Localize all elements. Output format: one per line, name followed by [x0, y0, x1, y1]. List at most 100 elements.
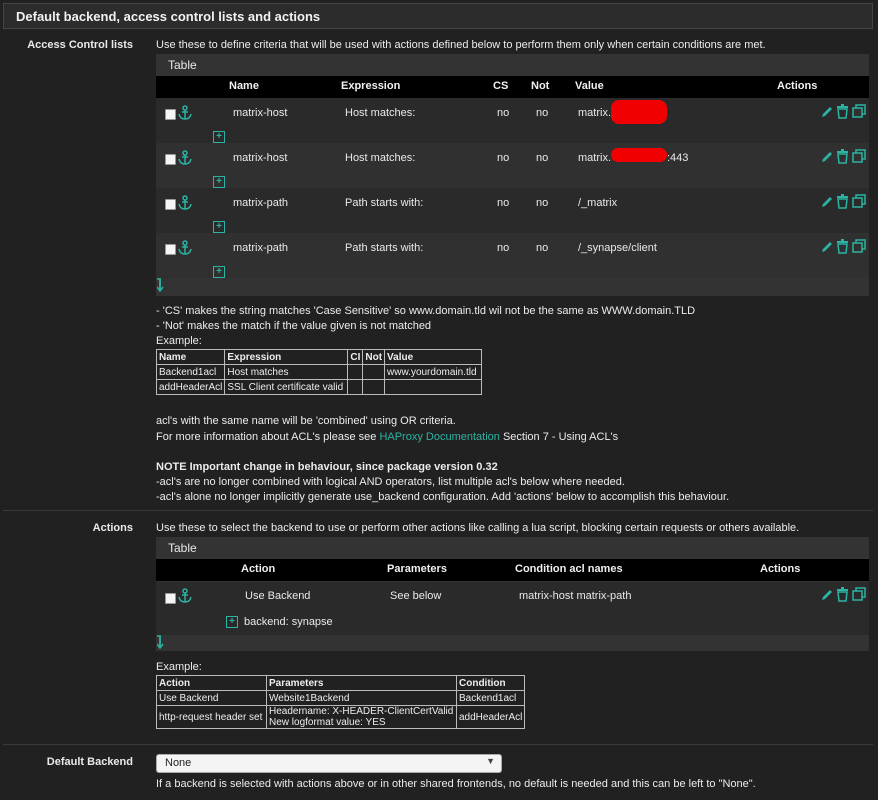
example-cell: Backend1acl [455, 690, 526, 706]
acl-cs: no [497, 197, 510, 209]
action-row: Use Backend See below matrix-host matrix… [156, 582, 869, 635]
acl-row: matrix-host Host matches: no no matrix. … [156, 143, 869, 188]
note-title: NOTE Important change in behaviour, sinc… [156, 461, 498, 473]
anchor-icon[interactable] [178, 195, 192, 211]
default-backend-value: None [165, 757, 192, 769]
example-header: Action [156, 675, 267, 691]
acl-expression: Host matches: [345, 152, 416, 164]
default-backend-select[interactable]: None ▼ [156, 754, 502, 773]
anchor-icon[interactable] [178, 588, 192, 604]
col-name: Name [229, 80, 259, 92]
trash-icon[interactable] [836, 149, 849, 164]
action-condition: matrix-host matrix-path [519, 590, 632, 602]
row-checkbox[interactable] [165, 244, 176, 255]
acl-value-port: :443 [667, 152, 689, 164]
not-note: - 'Not' makes the match if the value giv… [156, 320, 432, 332]
acl-example-table: Name Expression CI Not Value Backend1acl… [155, 349, 483, 395]
example-cell: Host matches [224, 364, 349, 380]
actions-table: Table Action Parameters Condition acl na… [156, 537, 869, 651]
copy-icon[interactable] [852, 104, 866, 118]
acl-row: matrix-host Host matches: no no matrix. … [156, 98, 869, 143]
col-value: Value [575, 80, 604, 92]
row-checkbox[interactable] [165, 199, 176, 210]
acl-name: matrix-host [233, 152, 288, 164]
more-info-suffix: Section 7 - Using ACL's [499, 431, 619, 443]
plus-icon[interactable]: + [226, 616, 238, 628]
row-checkbox[interactable] [165, 593, 176, 604]
note-line-2: -acl's alone no longer implicitly genera… [156, 491, 730, 503]
copy-icon[interactable] [852, 587, 866, 601]
acl-not: no [536, 107, 549, 119]
col-parameters: Parameters [387, 563, 447, 575]
example-row: Use Backend Website1Backend Backend1acl [156, 690, 526, 706]
pencil-icon[interactable] [820, 588, 834, 602]
combined-note: acl's with the same name will be 'combin… [156, 415, 456, 427]
row-checkbox[interactable] [165, 154, 176, 165]
acl-expression: Path starts with: [345, 197, 424, 209]
actions-table-title: Table [168, 541, 197, 555]
cs-note: - 'CS' makes the string matches 'Case Se… [156, 305, 696, 317]
trash-icon[interactable] [836, 239, 849, 254]
example-header: Value [384, 349, 483, 365]
sort-arrow-icon[interactable] [157, 635, 167, 649]
example-cell: addHeaderAcl [455, 705, 526, 729]
chevron-down-icon: ▼ [486, 756, 495, 766]
plus-icon[interactable]: + [213, 131, 225, 143]
copy-icon[interactable] [852, 239, 866, 253]
example-row: Backend1acl Host matches www.yourdomain.… [155, 364, 483, 380]
anchor-icon[interactable] [178, 105, 192, 121]
haproxy-docs-link[interactable]: HAProxy Documentation [379, 431, 499, 443]
row-checkbox[interactable] [165, 109, 176, 120]
acl-cs: no [497, 242, 510, 254]
acl-not: no [536, 242, 549, 254]
example-row: http-request header set Headername: X-HE… [156, 705, 526, 729]
panel-header: Default backend, access control lists an… [3, 3, 873, 29]
action-type: Use Backend [245, 590, 311, 602]
actions-example-table: Action Parameters Condition Use Backend … [156, 675, 526, 729]
example-header: Not [362, 349, 386, 365]
anchor-icon[interactable] [178, 150, 192, 166]
example-cell [384, 379, 483, 395]
pencil-icon[interactable] [820, 240, 834, 254]
example-header-row: Action Parameters Condition [156, 675, 526, 691]
pencil-icon[interactable] [820, 195, 834, 209]
redaction-mark [611, 148, 667, 162]
more-info-prefix: For more information about ACL's please … [156, 431, 380, 443]
pencil-icon[interactable] [820, 150, 834, 164]
trash-icon[interactable] [836, 104, 849, 119]
example-header-row: Name Expression CI Not Value [155, 349, 483, 365]
plus-icon[interactable]: + [213, 221, 225, 233]
sort-arrow-icon[interactable] [157, 278, 167, 292]
copy-icon[interactable] [852, 194, 866, 208]
example-cell: SSL Client certificate valid [224, 379, 349, 395]
example-cell [347, 379, 364, 395]
col-action: Action [241, 563, 276, 575]
acl-cs: no [497, 107, 510, 119]
actions-example-label: Example: [156, 661, 202, 673]
section-divider [3, 744, 873, 745]
plus-icon[interactable]: + [213, 176, 225, 188]
plus-icon[interactable]: + [213, 266, 225, 278]
example-header: CI [347, 349, 364, 365]
acl-row: matrix-path Path starts with: no no /_sy… [156, 233, 869, 278]
action-parameters: See below [390, 590, 442, 602]
anchor-icon[interactable] [178, 240, 192, 256]
trash-icon[interactable] [836, 194, 849, 209]
col-actions: Actions [777, 80, 818, 92]
copy-icon[interactable] [852, 149, 866, 163]
acl-example-label: Example: [156, 335, 202, 347]
example-header: Parameters [266, 675, 457, 691]
pencil-icon[interactable] [820, 105, 834, 119]
acl-name: matrix-path [233, 197, 289, 209]
example-cell: http-request header set [156, 705, 267, 729]
actions-section-label: Actions [92, 522, 133, 534]
acl-value: matrix. [578, 152, 611, 164]
acl-value: matrix. [578, 107, 611, 119]
example-cell-line: New logformat value: YES [269, 717, 386, 728]
trash-icon[interactable] [836, 587, 849, 602]
example-cell: addHeaderAcl [155, 379, 226, 395]
section-divider [3, 510, 873, 511]
acl-description: Use these to define criteria that will b… [156, 39, 766, 51]
acl-section-label: Access Control lists [27, 39, 133, 51]
action-detail: backend: synapse [244, 616, 333, 628]
